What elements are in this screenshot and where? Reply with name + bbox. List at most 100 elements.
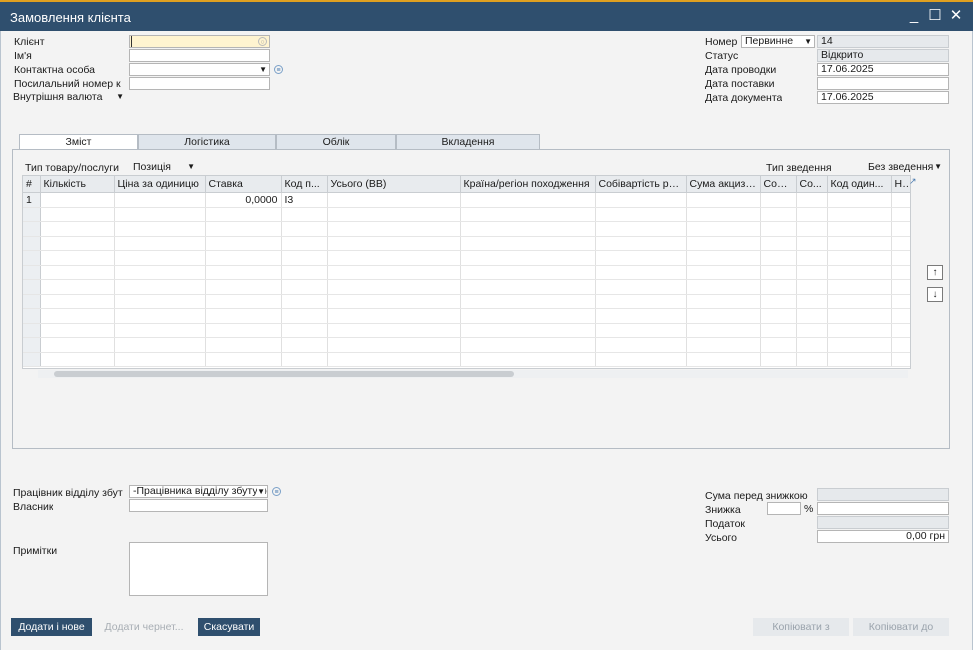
table-cell[interactable]: [796, 279, 828, 295]
table-cell[interactable]: [686, 221, 761, 237]
table-cell[interactable]: [686, 337, 761, 353]
table-cell[interactable]: [827, 207, 892, 222]
column-header[interactable]: Ставка: [205, 176, 282, 193]
table-cell[interactable]: [460, 323, 596, 338]
table-cell[interactable]: [114, 308, 206, 324]
table-row[interactable]: [23, 265, 910, 280]
table-cell[interactable]: [460, 250, 596, 266]
table-cell[interactable]: [205, 236, 282, 251]
table-cell[interactable]: [891, 294, 910, 309]
table-cell[interactable]: І3: [281, 192, 328, 208]
table-cell[interactable]: [327, 207, 461, 222]
table-cell[interactable]: [827, 279, 892, 295]
table-cell[interactable]: [281, 323, 328, 338]
table-cell[interactable]: [114, 207, 206, 222]
table-cell[interactable]: [686, 250, 761, 266]
table-cell[interactable]: [760, 192, 797, 208]
table-cell[interactable]: [760, 279, 797, 295]
table-row[interactable]: [23, 221, 910, 237]
table-cell[interactable]: [760, 236, 797, 251]
table-cell[interactable]: [760, 207, 797, 222]
posting-date-field[interactable]: 17.06.2025: [817, 63, 949, 76]
table-cell[interactable]: [891, 221, 910, 237]
table-cell[interactable]: [281, 221, 328, 237]
series-select[interactable]: Первинне ▼: [741, 35, 815, 48]
sales-employee-select[interactable]: -Працівника відділу збуту нем ▼: [129, 485, 268, 498]
contact-select[interactable]: ▼: [129, 63, 270, 76]
maximize-icon[interactable]: ☐: [927, 7, 943, 25]
scrollbar-thumb[interactable]: [54, 371, 514, 377]
table-cell[interactable]: [114, 337, 206, 353]
table-cell[interactable]: [460, 308, 596, 324]
link-arrow-icon[interactable]: ≡: [272, 487, 281, 496]
table-cell[interactable]: [827, 192, 892, 208]
table-cell[interactable]: [460, 294, 596, 309]
horizontal-scrollbar[interactable]: [38, 370, 908, 378]
table-cell[interactable]: [595, 192, 687, 208]
table-cell[interactable]: [827, 308, 892, 324]
column-header[interactable]: Код п...: [281, 176, 328, 193]
table-cell[interactable]: [40, 352, 115, 367]
column-header[interactable]: Кількість: [40, 176, 115, 193]
column-header[interactable]: Сума акцизн...: [686, 176, 761, 193]
table-cell[interactable]: [827, 221, 892, 237]
table-cell[interactable]: [460, 265, 596, 280]
table-cell[interactable]: [327, 279, 461, 295]
table-cell[interactable]: [40, 192, 115, 208]
column-header[interactable]: Н...: [891, 176, 910, 193]
table-cell[interactable]: [686, 207, 761, 222]
table-cell[interactable]: [205, 250, 282, 266]
table-cell[interactable]: [40, 294, 115, 309]
name-field[interactable]: [129, 49, 270, 62]
column-header[interactable]: Усього (ВВ): [327, 176, 461, 193]
table-cell[interactable]: [281, 265, 328, 280]
search-icon[interactable]: ○: [258, 37, 267, 46]
table-cell[interactable]: [205, 294, 282, 309]
summary-type-select[interactable]: Без зведення ▼: [868, 161, 944, 174]
table-cell[interactable]: [796, 207, 828, 222]
delivery-date-field[interactable]: [817, 77, 949, 90]
table-cell[interactable]: [40, 221, 115, 237]
add-and-new-button[interactable]: Додати і нове: [11, 618, 92, 636]
table-cell[interactable]: [114, 352, 206, 367]
copy-from-button[interactable]: Копіювати з: [753, 618, 849, 636]
table-cell[interactable]: [796, 265, 828, 280]
column-header[interactable]: #: [23, 176, 41, 193]
table-cell[interactable]: [796, 337, 828, 353]
client-field[interactable]: ○: [129, 35, 270, 48]
copy-to-button[interactable]: Копіювати до: [853, 618, 949, 636]
link-arrow-icon[interactable]: ≡: [274, 65, 283, 74]
table-row[interactable]: 1 0,0000 І3: [23, 192, 910, 208]
table-cell[interactable]: [40, 308, 115, 324]
table-row[interactable]: [23, 207, 910, 222]
table-cell[interactable]: [760, 323, 797, 338]
table-cell[interactable]: [760, 352, 797, 367]
table-cell[interactable]: [114, 265, 206, 280]
table-cell[interactable]: [460, 352, 596, 367]
add-draft-button[interactable]: Додати чернет...: [96, 618, 192, 636]
table-cell[interactable]: [595, 250, 687, 266]
table-row[interactable]: [23, 250, 910, 266]
table-row[interactable]: [23, 323, 910, 338]
table-cell[interactable]: [891, 337, 910, 353]
table-cell[interactable]: [796, 192, 828, 208]
table-cell[interactable]: [686, 352, 761, 367]
table-cell[interactable]: [281, 207, 328, 222]
table-cell[interactable]: [686, 308, 761, 324]
table-row[interactable]: [23, 294, 910, 309]
table-cell[interactable]: [327, 294, 461, 309]
table-cell[interactable]: [760, 221, 797, 237]
expand-icon[interactable]: ↗: [909, 176, 917, 187]
discount-percent-field[interactable]: [767, 502, 801, 515]
table-cell[interactable]: [40, 265, 115, 280]
table-cell[interactable]: [114, 236, 206, 251]
tab-accounting[interactable]: Облік: [276, 134, 396, 150]
table-cell[interactable]: [827, 352, 892, 367]
table-cell[interactable]: [796, 352, 828, 367]
column-header[interactable]: Со...: [796, 176, 828, 193]
table-cell[interactable]: [891, 236, 910, 251]
table-cell[interactable]: [686, 236, 761, 251]
table-cell[interactable]: [760, 265, 797, 280]
table-cell[interactable]: [281, 352, 328, 367]
table-cell[interactable]: [595, 323, 687, 338]
